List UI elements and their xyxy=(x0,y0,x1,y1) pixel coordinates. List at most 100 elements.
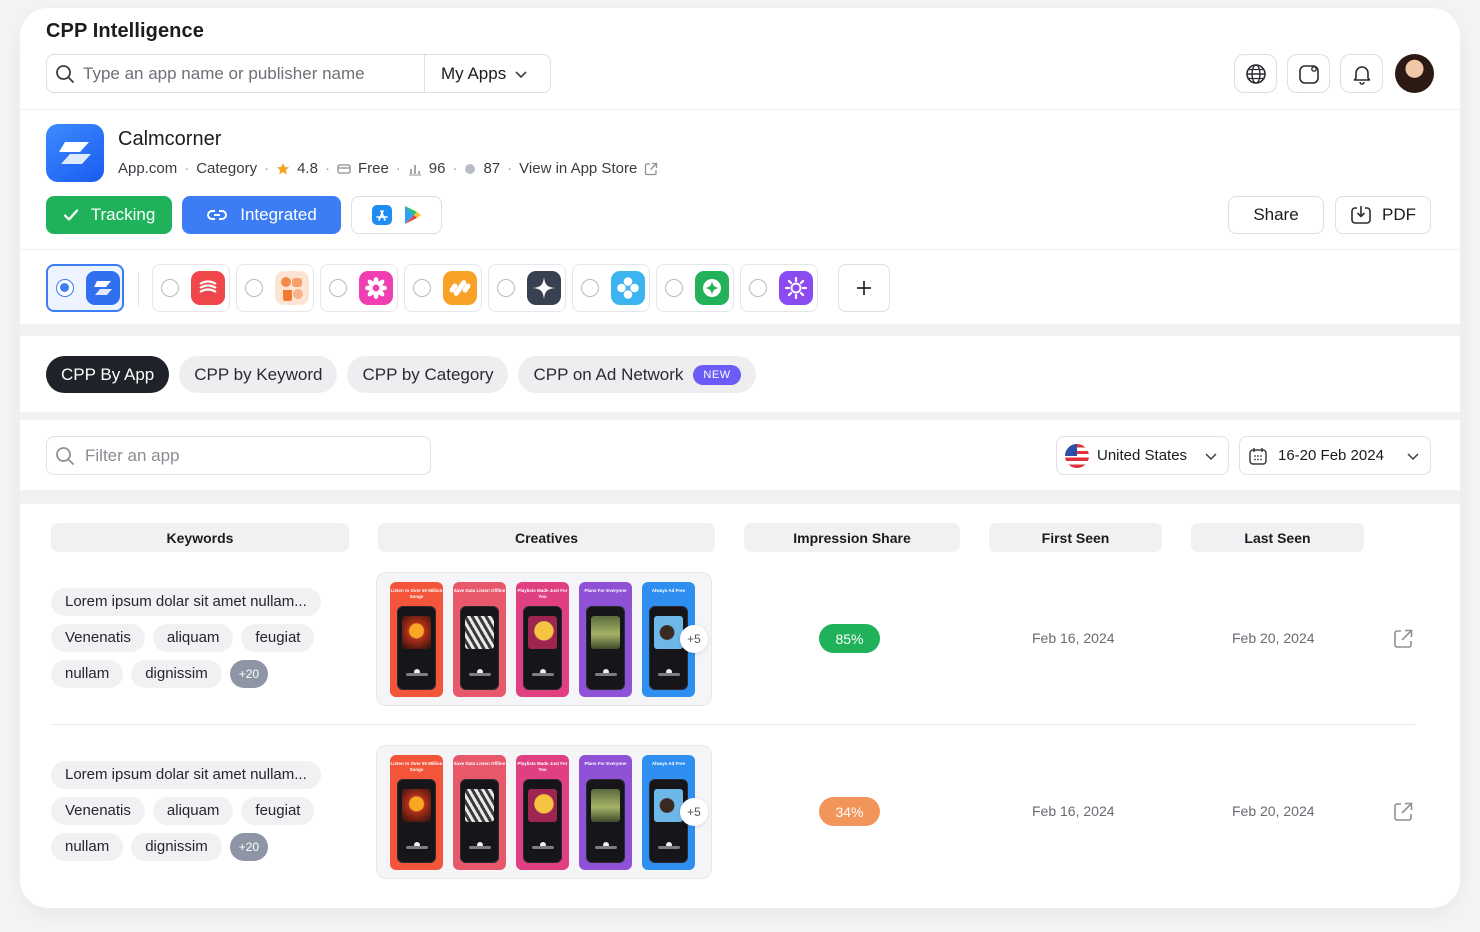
radio-button[interactable] xyxy=(245,279,263,297)
share-button[interactable]: Share xyxy=(1228,196,1324,234)
radio-button[interactable] xyxy=(665,279,683,297)
creative-card[interactable]: Plans For Everyone xyxy=(579,755,632,870)
table-row[interactable]: Lorem ipsum dolar sit amet nullam... Ven… xyxy=(20,572,1460,722)
search-placeholder[interactable]: Type an app name or publisher name xyxy=(83,64,424,84)
creative-card[interactable]: Playlists Made Just For You xyxy=(516,755,569,870)
radio-button[interactable] xyxy=(329,279,347,297)
divider xyxy=(138,272,139,306)
radio-button[interactable] xyxy=(56,279,74,297)
filter-app-input[interactable]: Filter an app xyxy=(46,436,431,475)
keyword-chip[interactable]: Venenatis xyxy=(51,624,145,652)
tab-cpp-by-category[interactable]: CPP by Category xyxy=(347,356,509,393)
phone-mockup xyxy=(397,779,436,863)
tracking-label: Tracking xyxy=(90,205,156,224)
more-creatives-badge[interactable]: +5 xyxy=(680,798,708,826)
category-label[interactable]: Category xyxy=(196,160,257,177)
tab-cpp-by-keyword[interactable]: CPP by Keyword xyxy=(179,356,338,393)
phone-mockup xyxy=(649,606,688,690)
rank-value: 96 xyxy=(428,160,446,177)
radio-button[interactable] xyxy=(497,279,515,297)
competitor-4[interactable] xyxy=(320,264,398,312)
competitor-6[interactable] xyxy=(488,264,566,312)
date-range-select[interactable]: 16-20 Feb 2024 xyxy=(1239,436,1431,475)
row-divider xyxy=(51,724,1415,725)
radio-button[interactable] xyxy=(413,279,431,297)
radio-button[interactable] xyxy=(749,279,767,297)
app-switch-button[interactable] xyxy=(1287,54,1330,93)
keyword-chip[interactable]: dignissim xyxy=(131,660,222,688)
column-header-first-seen[interactable]: First Seen xyxy=(989,523,1162,552)
publisher-link[interactable]: App.com xyxy=(118,160,177,177)
app-search[interactable]: Type an app name or publisher name My Ap… xyxy=(46,54,551,93)
competitor-8[interactable] xyxy=(656,264,734,312)
app-store-icon[interactable] xyxy=(371,205,392,225)
creative-caption: Always Ad Free xyxy=(651,761,686,766)
integrated-button[interactable]: Integrated xyxy=(182,196,341,234)
rank-chart-icon xyxy=(408,164,421,175)
add-competitor-button[interactable] xyxy=(838,264,890,312)
keyword-chip[interactable]: dignissim xyxy=(131,833,222,861)
filter-placeholder: Filter an app xyxy=(85,445,180,465)
tab-cpp-on-ad-network[interactable]: CPP on Ad Network NEW xyxy=(518,356,756,393)
keyword-chip[interactable]: Venenatis xyxy=(51,797,145,825)
external-link-icon[interactable] xyxy=(644,162,658,176)
column-header-last-seen[interactable]: Last Seen xyxy=(1191,523,1364,552)
creative-card[interactable]: Listen to Over 50 Million Songs xyxy=(390,755,443,870)
creative-caption: Save Data Listen Offline xyxy=(453,761,506,766)
tab-cpp-by-app[interactable]: CPP By App xyxy=(46,356,170,393)
creative-card[interactable]: Playlists Made Just For You xyxy=(516,582,569,697)
orange-grid-app-icon xyxy=(443,271,477,305)
column-header-creatives[interactable]: Creatives xyxy=(378,523,715,552)
google-play-icon[interactable] xyxy=(404,205,422,225)
phone-mockup xyxy=(586,779,625,863)
creatives-gallery[interactable]: Listen to Over 50 Million Songs Save Dat… xyxy=(376,745,712,879)
purple-sun-app-icon xyxy=(779,271,813,305)
creative-card[interactable]: Listen to Over 50 Million Songs xyxy=(390,582,443,697)
competitor-7[interactable] xyxy=(572,264,650,312)
keyword-chip[interactable]: feugiat xyxy=(241,797,315,825)
meta-separator: · xyxy=(452,160,458,177)
notifications-button[interactable] xyxy=(1340,54,1383,93)
external-link-icon[interactable] xyxy=(1392,801,1414,823)
top-bar: CPP Intelligence Type an app name or pub… xyxy=(20,8,1460,110)
radio-button[interactable] xyxy=(581,279,599,297)
check-icon xyxy=(63,209,78,221)
competitor-3[interactable] xyxy=(236,264,314,312)
scope-dropdown[interactable]: My Apps xyxy=(424,55,550,92)
column-header-keywords[interactable]: Keywords xyxy=(51,523,349,552)
more-creatives-badge[interactable]: +5 xyxy=(680,625,708,653)
column-header-impression-share[interactable]: Impression Share xyxy=(744,523,960,552)
creatives-gallery[interactable]: Listen to Over 50 Million Songs Save Dat… xyxy=(376,572,712,706)
meta-separator: · xyxy=(264,160,270,177)
more-keywords-badge[interactable]: +20 xyxy=(229,833,269,861)
creative-card[interactable]: Save Data Listen Offline xyxy=(453,582,506,697)
keyword-chip[interactable]: Lorem ipsum dolar sit amet nullam... xyxy=(51,761,321,789)
keyword-chip[interactable]: nullam xyxy=(51,833,124,861)
tab-label: CPP on Ad Network xyxy=(533,364,684,384)
user-avatar[interactable] xyxy=(1395,54,1434,93)
more-keywords-badge[interactable]: +20 xyxy=(229,660,269,688)
view-in-app-store-link[interactable]: View in App Store xyxy=(519,160,637,177)
creative-card[interactable]: Save Data Listen Offline xyxy=(453,755,506,870)
competitor-5[interactable] xyxy=(404,264,482,312)
keyword-chip[interactable]: aliquam xyxy=(152,624,234,652)
tracking-button[interactable]: Tracking xyxy=(46,196,172,234)
creative-card[interactable]: Plans For Everyone xyxy=(579,582,632,697)
tab-label: CPP by Keyword xyxy=(194,364,323,384)
keyword-chip[interactable]: aliquam xyxy=(152,797,234,825)
country-select[interactable]: United States xyxy=(1056,436,1229,475)
pdf-button[interactable]: PDF xyxy=(1335,196,1431,234)
competitor-9[interactable] xyxy=(740,264,818,312)
keyword-chip[interactable]: nullam xyxy=(51,660,124,688)
dark-star-app-icon xyxy=(527,271,561,305)
first-seen-date: Feb 16, 2024 xyxy=(1032,803,1115,819)
external-link-icon[interactable] xyxy=(1392,628,1414,650)
radio-button[interactable] xyxy=(161,279,179,297)
competitor-2[interactable] xyxy=(152,264,230,312)
keyword-chip[interactable]: feugiat xyxy=(241,624,315,652)
price-value: Free xyxy=(357,160,389,177)
globe-button[interactable] xyxy=(1234,54,1277,93)
competitor-calmcorner[interactable] xyxy=(46,264,124,312)
table-row[interactable]: Lorem ipsum dolar sit amet nullam... Ven… xyxy=(20,745,1460,895)
keyword-chip[interactable]: Lorem ipsum dolar sit amet nullam... xyxy=(51,588,321,616)
